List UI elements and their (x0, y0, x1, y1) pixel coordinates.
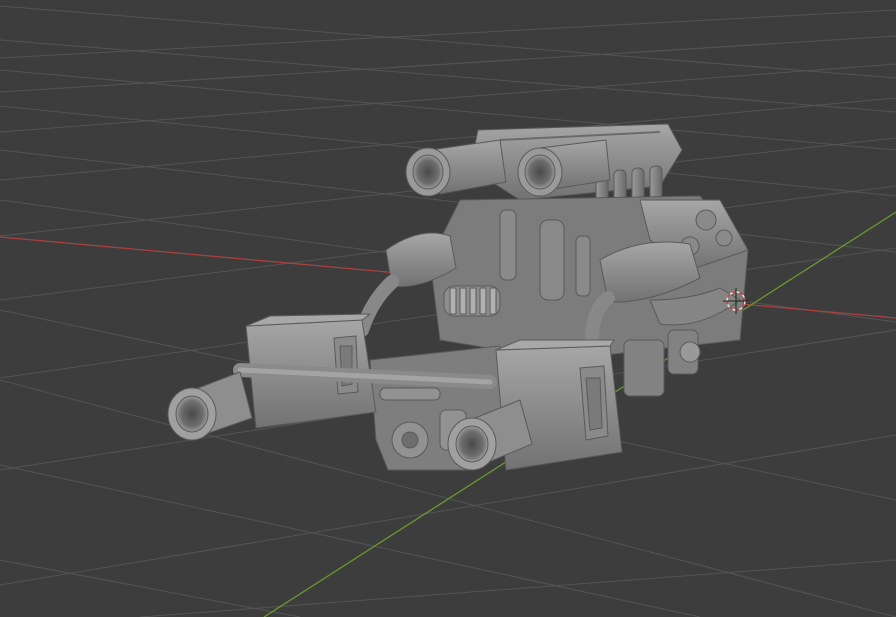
coil-spring (443, 285, 501, 317)
engine-model[interactable] (167, 123, 749, 471)
viewport-canvas[interactable] (0, 0, 896, 617)
exhaust-tip-left (167, 371, 253, 441)
3d-viewport[interactable] (0, 0, 896, 617)
